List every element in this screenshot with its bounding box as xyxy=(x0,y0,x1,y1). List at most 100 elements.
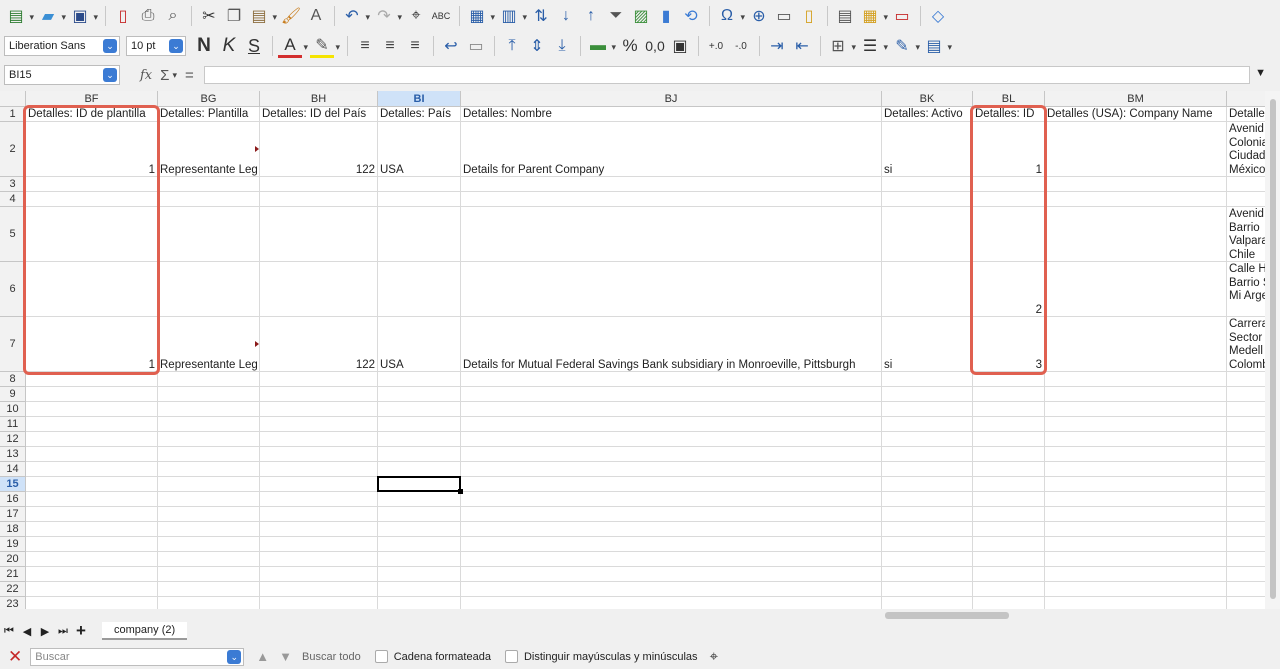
cell-bi12[interactable] xyxy=(378,432,461,447)
cell-bn10[interactable] xyxy=(1227,402,1265,417)
cell-bn12[interactable] xyxy=(1227,432,1265,447)
cell-bf21[interactable] xyxy=(26,567,158,582)
cell-bk20[interactable] xyxy=(882,552,973,567)
number-format-icon[interactable]: 0,0 xyxy=(643,34,667,58)
cell-bj1[interactable]: Detalles: Nombre xyxy=(461,107,882,122)
find-previous-icon[interactable]: ▲ xyxy=(256,649,269,664)
cell-bi13[interactable] xyxy=(378,447,461,462)
cell-bg3[interactable] xyxy=(158,177,260,192)
cell-bh20[interactable] xyxy=(260,552,378,567)
cell-bl18[interactable] xyxy=(973,522,1045,537)
cell-bi22[interactable] xyxy=(378,582,461,597)
cell-bm4[interactable] xyxy=(1045,192,1227,207)
row-header-5[interactable]: 5 xyxy=(0,207,26,262)
special-character-icon[interactable]: Ω xyxy=(715,4,745,28)
cell-bh13[interactable] xyxy=(260,447,378,462)
cell-bg7[interactable]: Representante Leg xyxy=(158,317,260,372)
redo-icon[interactable]: ↷ xyxy=(372,4,402,28)
cell-bm2[interactable] xyxy=(1045,122,1227,177)
conditional-format-icon[interactable]: ▤ xyxy=(922,34,952,58)
center-vertically-icon[interactable]: ⇕ xyxy=(525,34,549,58)
chevron-down-icon[interactable]: ▾ xyxy=(172,70,177,81)
clear-formatting-icon[interactable]: A xyxy=(304,4,328,28)
cell-bi1[interactable]: Detalles: País xyxy=(378,107,461,122)
column-header-bi[interactable]: BI xyxy=(378,91,461,107)
cell-bk14[interactable] xyxy=(882,462,973,477)
previous-sheet-icon[interactable]: ◀ xyxy=(18,625,36,638)
row-icon[interactable]: ▦ xyxy=(465,4,495,28)
cell-bi20[interactable] xyxy=(378,552,461,567)
split-window-icon[interactable]: ▭ xyxy=(890,4,914,28)
cell-bj15[interactable] xyxy=(461,477,882,492)
cell-bn6[interactable]: Calle H Barrio San Mi Argent xyxy=(1227,262,1265,317)
insert-chart-icon[interactable]: ▮ xyxy=(654,4,678,28)
open-folder-icon[interactable]: ▰ xyxy=(36,4,66,28)
cell-bm16[interactable] xyxy=(1045,492,1227,507)
headers-footers-icon[interactable]: ▯ xyxy=(797,4,821,28)
spreadsheet-grid[interactable]: BF BG BH BI BJ BK BL BM 1 2 3 4 5 6 7 8 9 10 11 12 13 14 15 16 1… xyxy=(0,91,1265,609)
cell-bn9[interactable] xyxy=(1227,387,1265,402)
cell-bk19[interactable] xyxy=(882,537,973,552)
cell-bl21[interactable] xyxy=(973,567,1045,582)
undo-icon[interactable]: ↶ xyxy=(340,4,370,28)
column-header-bn[interactable] xyxy=(1227,91,1265,107)
cell-bm3[interactable] xyxy=(1045,177,1227,192)
chevron-down-icon[interactable]: ⌄ xyxy=(103,39,117,53)
cell-bj23[interactable] xyxy=(461,597,882,609)
cell-bj14[interactable] xyxy=(461,462,882,477)
cell-bk8[interactable] xyxy=(882,372,973,387)
cut-icon[interactable]: ✂ xyxy=(197,4,221,28)
row-header-19[interactable]: 19 xyxy=(0,537,26,552)
cell-bj9[interactable] xyxy=(461,387,882,402)
find-replace-icon[interactable]: ⌖ xyxy=(710,648,718,665)
cell-bm7[interactable] xyxy=(1045,317,1227,372)
cell-bm22[interactable] xyxy=(1045,582,1227,597)
chevron-down-icon[interactable]: ⌄ xyxy=(227,649,242,664)
cell-bh6[interactable] xyxy=(260,262,378,317)
cell-bk3[interactable] xyxy=(882,177,973,192)
cell-bn7[interactable]: Carrera Sector Medell Colomb xyxy=(1227,317,1265,372)
cell-bi18[interactable] xyxy=(378,522,461,537)
cell-bn5[interactable]: Avenid Barrio Valpara Chile xyxy=(1227,207,1265,262)
row-header-20[interactable]: 20 xyxy=(0,552,26,567)
cell-bm8[interactable] xyxy=(1045,372,1227,387)
cell-bl7[interactable]: 3 xyxy=(973,317,1045,372)
cell-bj2[interactable]: Details for Parent Company xyxy=(461,122,882,177)
cell-bf10[interactable] xyxy=(26,402,158,417)
cell-bm17[interactable] xyxy=(1045,507,1227,522)
formula-icon[interactable]: = xyxy=(185,67,194,84)
cell-bf22[interactable] xyxy=(26,582,158,597)
cell-bg10[interactable] xyxy=(158,402,260,417)
cell-bf14[interactable] xyxy=(26,462,158,477)
cell-bk21[interactable] xyxy=(882,567,973,582)
expand-formula-bar-icon[interactable]: ▼ xyxy=(1255,67,1266,79)
cell-bk16[interactable] xyxy=(882,492,973,507)
cell-bl1[interactable]: Detalles: ID xyxy=(973,107,1045,122)
date-format-icon[interactable]: ▣ xyxy=(668,34,692,58)
cell-bi11[interactable] xyxy=(378,417,461,432)
cell-bn23[interactable] xyxy=(1227,597,1265,609)
cell-bg6[interactable] xyxy=(158,262,260,317)
row-header-8[interactable]: 8 xyxy=(0,372,26,387)
cell-bg15[interactable] xyxy=(158,477,260,492)
cell-bh7[interactable]: 122 xyxy=(260,317,378,372)
row-header-15[interactable]: 15 xyxy=(0,477,26,492)
borders-icon[interactable]: ⊞ xyxy=(826,34,856,58)
vertical-scrollbar[interactable] xyxy=(1265,91,1280,609)
cell-bg22[interactable] xyxy=(158,582,260,597)
cell-bm5[interactable] xyxy=(1045,207,1227,262)
cell-bk23[interactable] xyxy=(882,597,973,609)
row-header-14[interactable]: 14 xyxy=(0,462,26,477)
cell-bg12[interactable] xyxy=(158,432,260,447)
cell-bh4[interactable] xyxy=(260,192,378,207)
column-header-bl[interactable]: BL xyxy=(973,91,1045,107)
copy-icon[interactable]: ❐ xyxy=(222,4,246,28)
last-sheet-icon[interactable]: ⏭ xyxy=(54,625,72,638)
cell-bl10[interactable] xyxy=(973,402,1045,417)
cell-bn2[interactable]: Avenid Colonia Ciudad México xyxy=(1227,122,1265,177)
row-header-7[interactable]: 7 xyxy=(0,317,26,372)
export-pdf-icon[interactable]: ▯ xyxy=(111,4,135,28)
cell-bn17[interactable] xyxy=(1227,507,1265,522)
cell-bh19[interactable] xyxy=(260,537,378,552)
cell-bn11[interactable] xyxy=(1227,417,1265,432)
